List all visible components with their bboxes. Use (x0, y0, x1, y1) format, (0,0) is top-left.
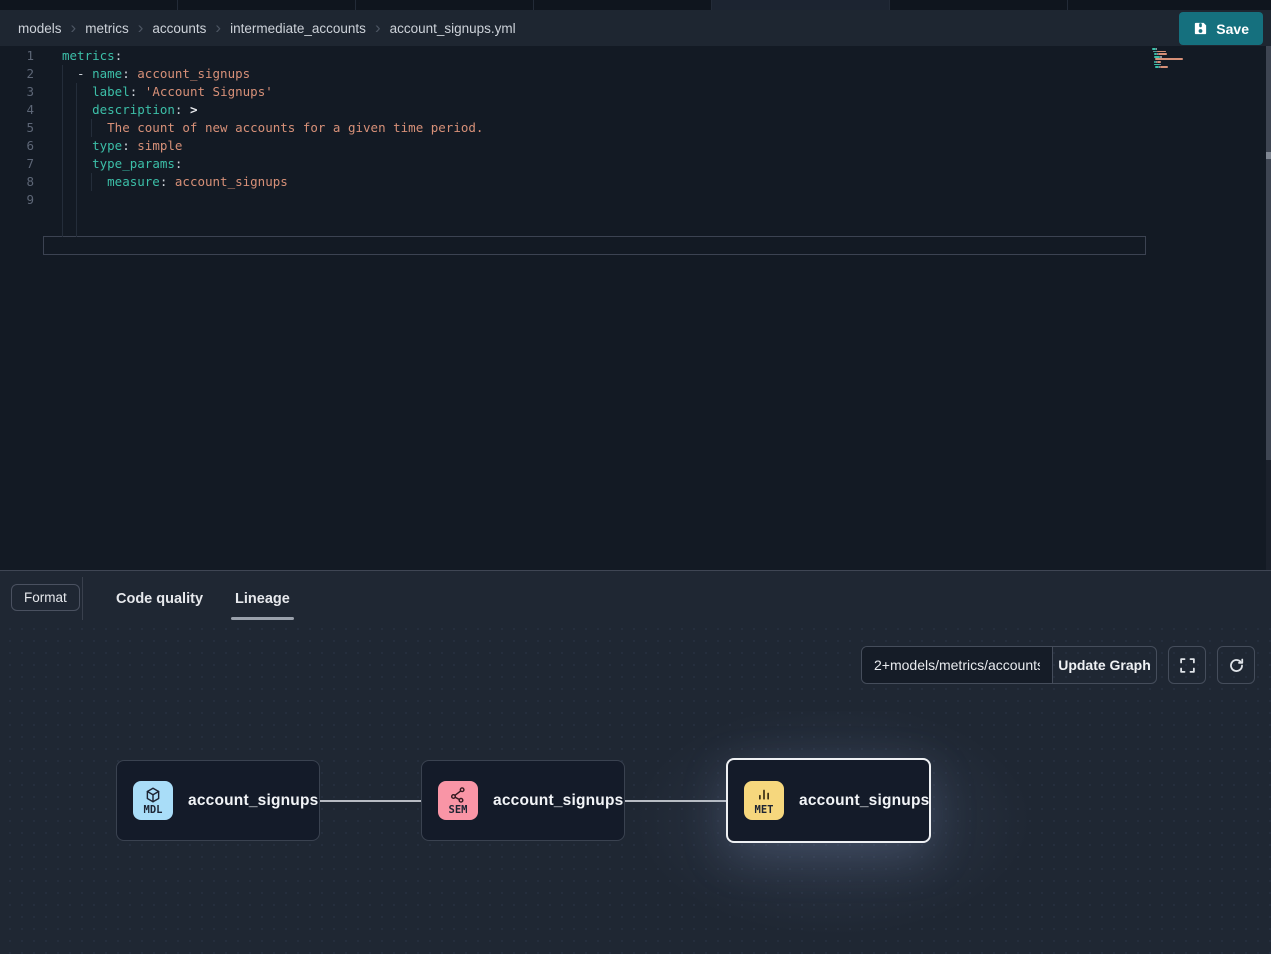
line-number: 2 (0, 65, 34, 83)
line-number: 6 (0, 137, 34, 155)
update-graph-button[interactable]: Update Graph (1052, 647, 1156, 683)
chevron-right-icon: › (215, 19, 221, 36)
node-type-badge: MDL (133, 781, 173, 820)
code-line: - name: account_signups (62, 65, 483, 83)
code-line: type: simple (62, 137, 483, 155)
top-file-tab[interactable] (712, 0, 890, 10)
active-tab-underline (231, 617, 294, 620)
bottom-panel: Format Code quality Lineage Update Graph (0, 570, 1271, 954)
node-type-label: MET (755, 805, 774, 816)
top-file-tab[interactable] (0, 0, 178, 10)
fullscreen-icon (1179, 657, 1196, 674)
breadcrumb-item[interactable]: models (18, 21, 62, 36)
editor-scrollbar-track (1266, 46, 1271, 570)
lineage-canvas[interactable]: Update Graph (0, 627, 1271, 954)
node-label: account_signups (188, 792, 318, 810)
node-type-label: MDL (144, 805, 163, 816)
chevron-right-icon: › (375, 19, 381, 36)
cube-icon (144, 786, 162, 804)
lineage-edge (625, 800, 727, 802)
line-number: 8 (0, 173, 34, 191)
top-file-tab[interactable] (1068, 0, 1271, 10)
breadcrumb-item[interactable]: intermediate_accounts (230, 21, 366, 36)
breadcrumb-item[interactable]: metrics (85, 21, 129, 36)
tab-label: Lineage (235, 591, 290, 607)
line-number: 5 (0, 119, 34, 137)
minimap[interactable] (1152, 48, 1214, 71)
lineage-controls: Update Graph (861, 646, 1255, 684)
tab-label: Code quality (116, 591, 203, 607)
top-file-tab[interactable] (534, 0, 712, 10)
code-content: metrics: - name: account_signups label: … (62, 47, 483, 209)
editor-scrollbar-thumb[interactable] (1266, 46, 1271, 460)
line-number: 1 (0, 47, 34, 65)
bar-chart-icon (755, 786, 773, 804)
breadcrumb-item[interactable]: account_signups.yml (390, 21, 516, 36)
code-line: measure: account_signups (62, 173, 483, 191)
top-file-tab[interactable] (178, 0, 356, 10)
current-line-highlight (43, 236, 1146, 255)
code-editor[interactable]: 123456789 metrics: - name: account_signu… (0, 46, 1271, 570)
node-label: account_signups (493, 792, 623, 810)
top-file-tab[interactable] (890, 0, 1068, 10)
tab-code-quality[interactable]: Code quality (100, 571, 219, 627)
lineage-node-sem[interactable]: SEM account_signups (421, 760, 625, 841)
line-number: 3 (0, 83, 34, 101)
line-number: 9 (0, 191, 34, 209)
breadcrumb-item[interactable]: accounts (152, 21, 206, 36)
code-line (62, 191, 483, 209)
selector-group: Update Graph (861, 646, 1157, 684)
divider (82, 577, 83, 620)
network-icon (449, 786, 467, 804)
chevron-right-icon: › (71, 19, 77, 36)
format-button[interactable]: Format (11, 584, 80, 611)
code-line: type_params: (62, 155, 483, 173)
lineage-node-met[interactable]: MET account_signups (726, 758, 931, 843)
save-icon (1193, 21, 1208, 36)
node-type-badge: MET (744, 781, 784, 820)
node-type-badge: SEM (438, 781, 478, 820)
panel-tabs: Code quality Lineage (100, 571, 306, 627)
tab-lineage[interactable]: Lineage (219, 571, 306, 627)
lineage-node-mdl[interactable]: MDL account_signups (116, 760, 320, 841)
code-line: description: > (62, 101, 483, 119)
save-button-label: Save (1216, 21, 1249, 37)
breadcrumb: models › metrics › accounts › intermediate_acc… (18, 20, 516, 37)
lineage-edge (320, 800, 422, 802)
refresh-icon (1228, 657, 1245, 674)
code-line: metrics: (62, 47, 483, 65)
refresh-button[interactable] (1217, 646, 1255, 684)
ide-window: models › metrics › accounts › intermediate_acc… (0, 0, 1271, 954)
node-label: account_signups (799, 792, 929, 810)
line-number: 4 (0, 101, 34, 119)
code-line: label: 'Account Signups' (62, 83, 483, 101)
save-button[interactable]: Save (1179, 12, 1263, 45)
line-numbers: 123456789 (0, 47, 34, 209)
lineage-selector-input[interactable] (862, 647, 1052, 683)
scrollbar-marker (1266, 152, 1271, 159)
file-tab-strip (0, 0, 1271, 10)
breadcrumb-bar: models › metrics › accounts › intermediate_acc… (0, 10, 1271, 46)
top-file-tab[interactable] (356, 0, 534, 10)
node-type-label: SEM (449, 805, 468, 816)
chevron-right-icon: › (138, 19, 144, 36)
code-line: The count of new accounts for a given ti… (62, 119, 483, 137)
fullscreen-button[interactable] (1168, 646, 1206, 684)
line-number: 7 (0, 155, 34, 173)
